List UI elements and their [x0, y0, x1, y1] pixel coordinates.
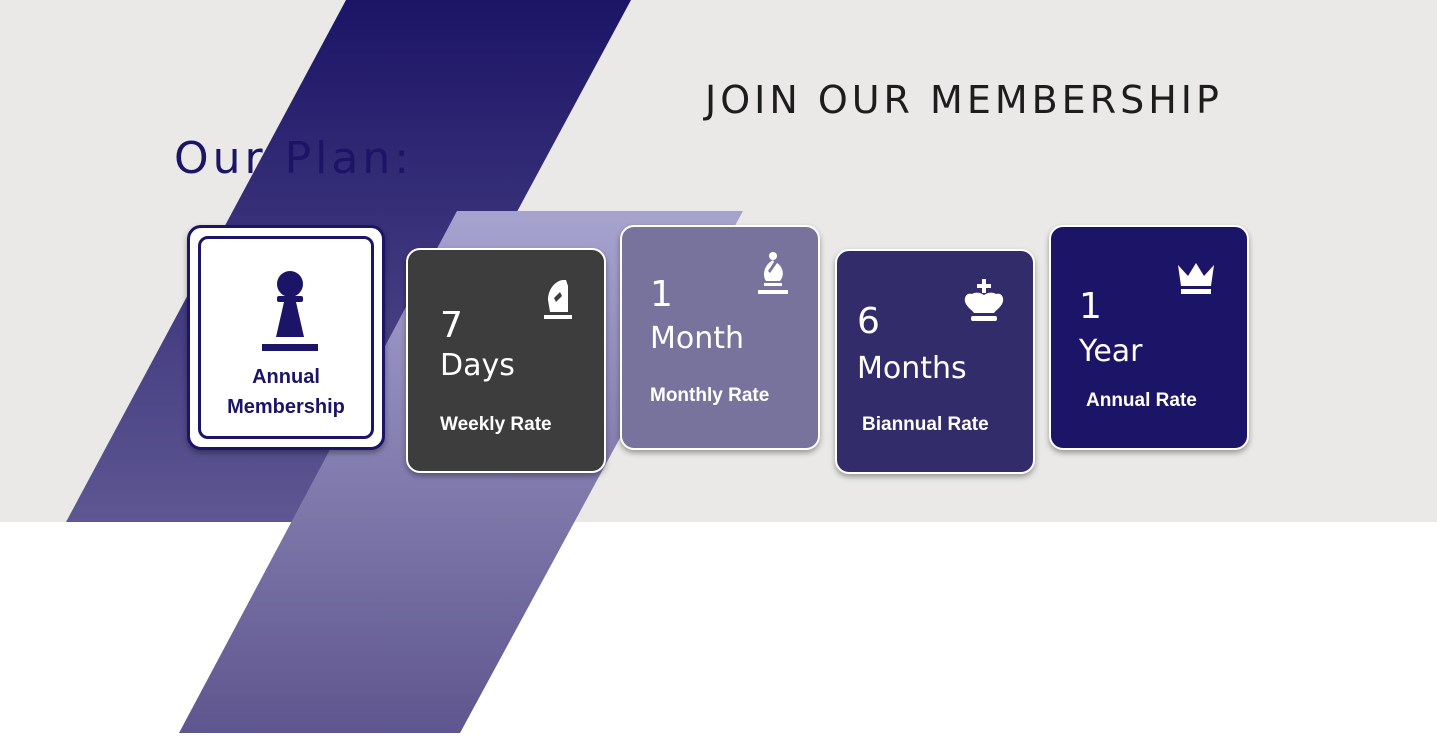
- plan-rate: Biannual Rate: [862, 414, 989, 435]
- chess-pawn-icon: [262, 271, 318, 351]
- plan-card-biannual[interactable]: 6 Months Biannual Rate: [835, 249, 1035, 474]
- plan-number: 6: [857, 301, 880, 342]
- plan-rate: Annual Rate: [1086, 390, 1197, 411]
- plan-card-annual-membership[interactable]: Annual Membership: [187, 225, 385, 450]
- plan-label: Annual Membership: [190, 362, 382, 422]
- plan-label-line1: Annual: [252, 366, 320, 388]
- plan-rate: Monthly Rate: [650, 385, 770, 406]
- section-heading: Our Plan:: [174, 133, 414, 184]
- plan-card-annual[interactable]: 1 Year Annual Rate: [1049, 225, 1249, 450]
- chess-knight-icon: [544, 280, 572, 319]
- plan-label-line2: Membership: [227, 396, 345, 418]
- plan-unit: Year: [1079, 334, 1143, 369]
- plan-number: 1: [650, 274, 673, 315]
- plan-number: 1: [1079, 286, 1102, 327]
- chess-king-icon: [964, 279, 1004, 321]
- page-title: JOIN OUR MEMBERSHIP: [705, 78, 1223, 122]
- crown-icon: [1178, 263, 1214, 294]
- plan-card-monthly[interactable]: 1 Month Monthly Rate: [620, 225, 820, 450]
- plan-unit: Months: [857, 351, 967, 386]
- plan-unit: Month: [650, 321, 745, 356]
- plan-rate: Weekly Rate: [440, 414, 552, 435]
- plan-unit: Days: [440, 348, 515, 383]
- plan-number: 7: [440, 305, 463, 346]
- plan-card-weekly[interactable]: 7 Days Weekly Rate: [406, 248, 606, 473]
- membership-slide: JOIN OUR MEMBERSHIP Our Plan: Annual Mem…: [0, 0, 1437, 741]
- chess-bishop-icon: [758, 252, 788, 294]
